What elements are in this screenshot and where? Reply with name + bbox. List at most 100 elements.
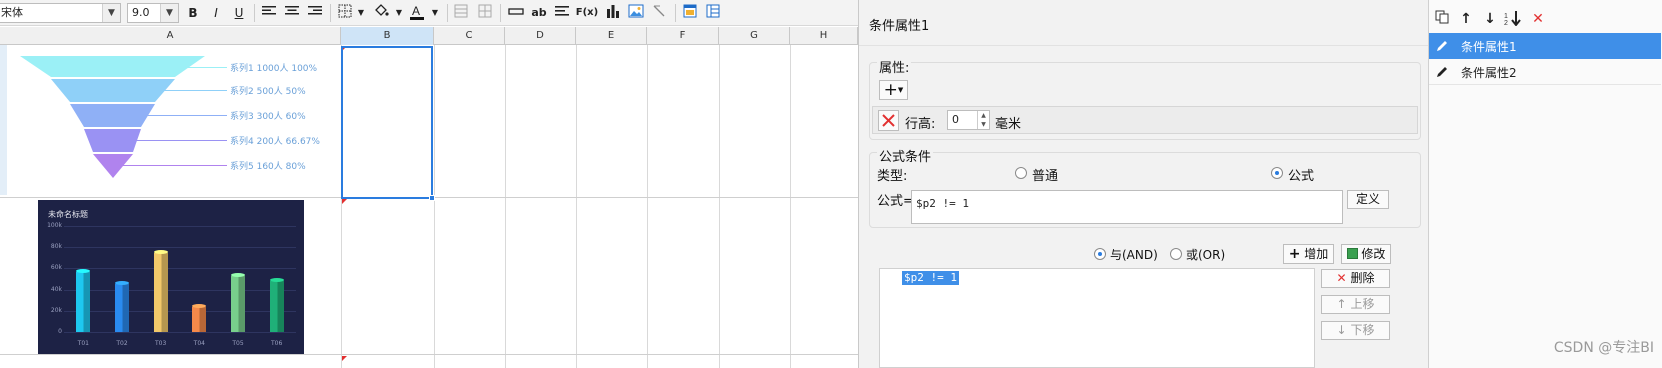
arrow-down-icon[interactable]: ↓ (1481, 10, 1499, 28)
delete-label: 删除 (1350, 271, 1375, 285)
logic-option-or[interactable]: 或(OR) (1186, 246, 1225, 263)
condition-item-1[interactable]: 条件属性1 (1429, 33, 1661, 59)
move-up-button[interactable]: ↑ 上移 (1321, 295, 1390, 314)
bar[interactable] (231, 275, 245, 332)
align-left-icon[interactable] (260, 4, 278, 22)
cell-marker (342, 199, 347, 204)
bar[interactable] (153, 252, 168, 332)
bar-cap (269, 278, 284, 283)
remove-attribute-button[interactable] (878, 110, 899, 131)
font-name-value: 宋体 (1, 6, 23, 19)
fill-color-icon[interactable] (372, 4, 390, 22)
add-condition-button[interactable]: + 增加 (1283, 244, 1334, 264)
condition-item-2[interactable]: 条件属性2 (1429, 59, 1661, 85)
toolbar-divider (330, 4, 331, 22)
formula-label: 公式= (877, 194, 914, 209)
pencil-icon (1437, 41, 1447, 51)
modify-condition-button[interactable]: 修改 (1341, 244, 1391, 264)
funnel-leader-2 (158, 90, 227, 91)
svg-text:1: 1 (1504, 13, 1508, 20)
align-right-icon[interactable] (306, 4, 324, 22)
font-size-select[interactable]: 9.0 ▼ (127, 3, 179, 23)
chevron-down-icon[interactable]: ▼ (352, 4, 370, 22)
y-tick-label: 0 (58, 328, 62, 335)
arrow-up-icon[interactable]: ↑ (1457, 10, 1475, 28)
bar-chart[interactable]: 未命名标题 0 20k 40k 60k 80k 100k T01 T02 T03 T04 T05 T0… (38, 200, 304, 354)
close-icon: ✕ (1336, 271, 1347, 285)
merge-cells-icon[interactable] (452, 4, 470, 22)
condition-list[interactable]: $p2 != 1 (879, 268, 1315, 368)
grid-line (790, 45, 791, 368)
table-layout-icon[interactable] (704, 4, 722, 22)
row-height-unit: 毫米 (995, 117, 1022, 132)
column-header-c[interactable]: C (434, 27, 505, 45)
bar[interactable] (192, 306, 207, 332)
bar[interactable] (269, 281, 284, 332)
svg-text:2: 2 (1504, 20, 1508, 26)
formula-input[interactable]: $p2 != 1 (911, 190, 1343, 224)
image-icon[interactable] (627, 4, 645, 22)
logic-option-and[interactable]: 与(AND) (1110, 246, 1158, 263)
type-radio-formula[interactable] (1271, 167, 1283, 179)
arrow-down-icon: ↓ (1336, 323, 1347, 337)
copy-icon[interactable] (1433, 10, 1451, 28)
type-option-formula[interactable]: 公式 (1288, 165, 1314, 184)
dialog-header: 条件属性1 (859, 0, 1429, 46)
funnel-chart[interactable]: 系列1 1000人 100% 系列2 500人 50% 系列3 300人 60%… (8, 50, 338, 195)
chevron-down-icon[interactable]: ▼ (160, 4, 178, 22)
add-attribute-button[interactable]: +▼ (879, 80, 908, 100)
selected-cell-b1[interactable] (341, 46, 435, 201)
format-toolbar: 宋体 ▼ 9.0 ▼ B I U ▼ ▼ A ▼ ab F(x) (0, 0, 858, 26)
column-header-f[interactable]: F (647, 27, 719, 45)
delete-condition-button[interactable]: ✕ 删除 (1321, 269, 1390, 288)
x-tick-label: T05 (232, 340, 244, 347)
row-height-input[interactable]: 0 ▲ ▼ (947, 110, 990, 130)
align-center-icon[interactable] (283, 4, 301, 22)
text-ab-button[interactable]: ab (530, 4, 548, 22)
type-radio-normal[interactable] (1015, 167, 1027, 179)
chevron-down-icon[interactable]: ▼ (390, 4, 408, 22)
funnel-label-4: 系列4 200人 66.67% (230, 137, 320, 147)
column-header-a[interactable]: A (0, 27, 341, 45)
split-cells-icon[interactable] (476, 4, 494, 22)
column-header-h[interactable]: H (790, 27, 858, 45)
column-header-b[interactable]: B (341, 27, 434, 45)
sort-icon[interactable]: 12 (1503, 10, 1527, 28)
chevron-down-icon[interactable]: ▼ (426, 4, 444, 22)
type-option-normal[interactable]: 普通 (1032, 165, 1058, 184)
slash-icon[interactable] (650, 4, 668, 22)
logic-radio-or[interactable] (1170, 248, 1182, 260)
underline-button[interactable]: U (230, 4, 248, 22)
funnel-segment-2 (51, 79, 175, 102)
fill-handle[interactable] (429, 195, 435, 201)
text-field-icon[interactable] (507, 4, 525, 22)
y-tick-label: 80k (50, 243, 62, 251)
bar-chart-icon[interactable] (604, 4, 622, 22)
condition-list-item[interactable]: $p2 != 1 (902, 271, 959, 285)
bold-button[interactable]: B (184, 4, 202, 22)
row-height-value: 0 (952, 113, 959, 126)
row-height-stepper[interactable]: ▲ ▼ (977, 111, 989, 129)
bar[interactable] (76, 271, 91, 332)
column-header-d[interactable]: D (505, 27, 576, 45)
close-icon[interactable]: ✕ (1529, 10, 1547, 28)
italic-button[interactable]: I (207, 4, 225, 22)
font-name-select[interactable]: 宋体 ▼ (0, 3, 121, 23)
formula-button[interactable]: F(x) (574, 4, 600, 22)
wrap-text-icon[interactable] (553, 4, 571, 22)
bar[interactable] (115, 284, 129, 332)
panel-toolbar: ↑ ↓ 12 ✕ (1433, 10, 1662, 32)
logic-radio-and[interactable] (1094, 248, 1106, 260)
column-header-e[interactable]: E (576, 27, 647, 45)
grid-line (434, 45, 435, 368)
move-down-button[interactable]: ↓ 下移 (1321, 321, 1390, 340)
font-color-icon[interactable]: A (408, 4, 426, 22)
move-down-label: 下移 (1350, 323, 1375, 337)
column-header-g[interactable]: G (719, 27, 790, 45)
chevron-down-icon[interactable]: ▼ (102, 4, 120, 22)
chevron-down-icon: ▼ (897, 86, 904, 94)
funnel-label-3: 系列3 300人 60% (230, 112, 306, 122)
form-icon[interactable] (681, 4, 699, 22)
define-button[interactable]: 定义 (1347, 190, 1389, 209)
toolbar-divider (447, 4, 448, 22)
